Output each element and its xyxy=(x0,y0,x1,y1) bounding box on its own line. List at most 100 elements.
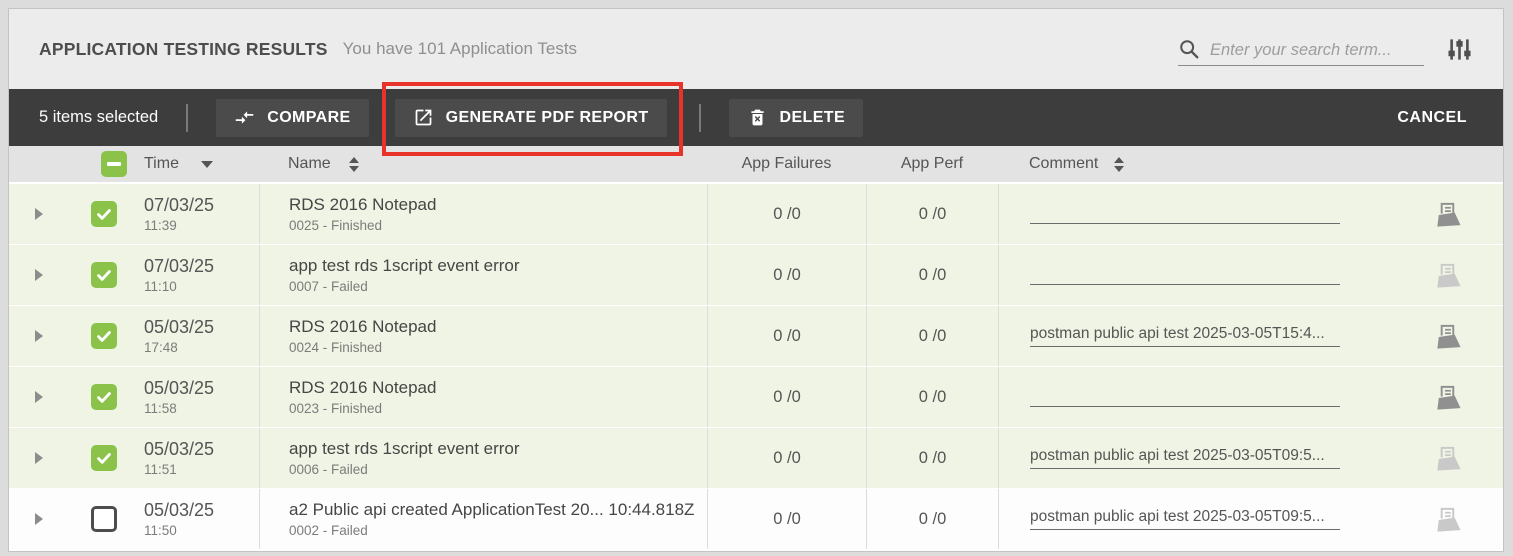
generate-pdf-report-label: GENERATE PDF REPORT xyxy=(446,109,649,127)
time-column-label: Time xyxy=(144,155,179,173)
selection-count: 5 items selected xyxy=(39,108,158,127)
open-report-button[interactable] xyxy=(1431,383,1462,412)
comment-field[interactable]: postman public api test 2025-03-05T15:4.… xyxy=(1030,325,1340,347)
open-report-button[interactable] xyxy=(1431,200,1462,229)
test-name: RDS 2016 Notepad xyxy=(289,195,436,215)
row-checkbox[interactable] xyxy=(91,445,117,471)
row-app-failures-cell: 0 /0 xyxy=(707,428,866,488)
delete-button[interactable]: DELETE xyxy=(729,99,864,137)
expand-arrow-icon[interactable] xyxy=(35,208,43,220)
row-app-perf-cell: 0 /0 xyxy=(866,367,998,427)
app-perf-value: 0 /0 xyxy=(919,205,947,224)
report-folder-icon xyxy=(1431,322,1462,351)
row-checkbox[interactable] xyxy=(91,506,117,532)
column-header-app-failures: App Failures xyxy=(707,146,866,182)
table-row[interactable]: 05/03/25 17:48 RDS 2016 Notepad 0024 - F… xyxy=(9,306,1503,366)
filter-settings-button[interactable] xyxy=(1446,36,1473,63)
row-name-cell: RDS 2016 Notepad 0024 - Finished xyxy=(259,306,707,366)
app-failures-value: 0 /0 xyxy=(773,388,801,407)
table-body: 07/03/25 11:39 RDS 2016 Notepad 0025 - F… xyxy=(9,184,1503,549)
column-header-time[interactable]: Time xyxy=(137,146,259,182)
test-date: 05/03/25 xyxy=(144,439,214,460)
test-time: 11:58 xyxy=(144,401,177,416)
expand-arrow-icon[interactable] xyxy=(35,269,43,281)
open-report-button[interactable] xyxy=(1431,505,1462,534)
row-checkbox[interactable] xyxy=(91,262,117,288)
table-row[interactable]: 05/03/25 11:51 app test rds 1script even… xyxy=(9,428,1503,488)
test-time: 11:39 xyxy=(144,218,177,233)
row-checkbox[interactable] xyxy=(91,201,117,227)
app-perf-value: 0 /0 xyxy=(919,327,947,346)
open-report-button[interactable] xyxy=(1431,444,1462,473)
app-failures-value: 0 /0 xyxy=(773,205,801,224)
row-app-perf-cell: 0 /0 xyxy=(866,245,998,305)
table-row[interactable]: 05/03/25 11:50 a2 Public api created App… xyxy=(9,489,1503,549)
open-report-button[interactable] xyxy=(1431,261,1462,290)
row-expand-cell xyxy=(9,367,91,427)
comment-field[interactable] xyxy=(1030,388,1340,407)
row-comment-cell: postman public api test 2025-03-05T09:5.… xyxy=(998,489,1389,549)
row-comment-cell: postman public api test 2025-03-05T15:4.… xyxy=(998,306,1389,366)
app-failures-value: 0 /0 xyxy=(773,266,801,285)
app-failures-value: 0 /0 xyxy=(773,327,801,346)
compare-arrows-icon xyxy=(234,107,255,128)
row-checkbox[interactable] xyxy=(91,384,117,410)
row-app-failures-cell: 0 /0 xyxy=(707,245,866,305)
select-all-checkbox[interactable] xyxy=(101,151,127,177)
checkmark-icon xyxy=(94,326,114,346)
sort-toggle-icon xyxy=(349,157,359,172)
toolbar-divider xyxy=(186,104,188,132)
export-icon xyxy=(413,107,434,128)
column-header-name[interactable]: Name xyxy=(259,146,707,182)
search-box[interactable] xyxy=(1178,32,1424,66)
row-expand-cell xyxy=(9,245,91,305)
test-time: 17:48 xyxy=(144,340,178,355)
expand-arrow-icon[interactable] xyxy=(35,452,43,464)
test-name: a2 Public api created ApplicationTest 20… xyxy=(289,500,694,520)
table-row[interactable]: 05/03/25 11:58 RDS 2016 Notepad 0023 - F… xyxy=(9,367,1503,427)
column-header-comment[interactable]: Comment xyxy=(998,146,1389,182)
table-row[interactable]: 07/03/25 11:39 RDS 2016 Notepad 0025 - F… xyxy=(9,184,1503,244)
compare-button[interactable]: COMPARE xyxy=(216,99,368,137)
row-time-cell: 05/03/25 11:58 xyxy=(137,367,259,427)
search-input[interactable] xyxy=(1210,41,1424,60)
delete-button-label: DELETE xyxy=(780,109,846,127)
test-time: 11:10 xyxy=(144,279,177,294)
cancel-button[interactable]: CANCEL xyxy=(1391,108,1473,128)
app-failures-value: 0 /0 xyxy=(773,510,801,529)
test-id-status: 0023 - Finished xyxy=(289,401,382,416)
comment-field[interactable]: postman public api test 2025-03-05T09:5.… xyxy=(1030,508,1340,530)
row-checkbox[interactable] xyxy=(91,323,117,349)
app-window: APPLICATION TESTING RESULTS You have 101… xyxy=(8,8,1504,552)
generate-pdf-report-button[interactable]: GENERATE PDF REPORT xyxy=(395,99,667,137)
row-comment-cell: postman public api test 2025-03-05T09:5.… xyxy=(998,428,1389,488)
row-time-cell: 07/03/25 11:10 xyxy=(137,245,259,305)
test-time: 11:50 xyxy=(144,523,177,538)
expand-arrow-icon[interactable] xyxy=(35,391,43,403)
row-app-failures-cell: 0 /0 xyxy=(707,489,866,549)
row-checkbox-cell xyxy=(91,184,137,244)
page-title: APPLICATION TESTING RESULTS xyxy=(39,39,328,60)
row-name-cell: RDS 2016 Notepad 0023 - Finished xyxy=(259,367,707,427)
checkmark-icon xyxy=(94,265,114,285)
row-report-cell xyxy=(1389,428,1503,488)
toolbar-divider xyxy=(699,104,701,132)
row-app-perf-cell: 0 /0 xyxy=(866,184,998,244)
expand-arrow-icon[interactable] xyxy=(35,330,43,342)
report-folder-icon xyxy=(1431,444,1462,473)
checkmark-icon xyxy=(94,204,114,224)
row-app-failures-cell: 0 /0 xyxy=(707,306,866,366)
column-header-app-perf: App Perf xyxy=(866,146,998,182)
report-folder-icon xyxy=(1431,261,1462,290)
comment-field[interactable] xyxy=(1030,266,1340,285)
selection-toolbar: 5 items selected COMPARE GENERATE PDF RE… xyxy=(9,89,1503,146)
expand-arrow-icon[interactable] xyxy=(35,513,43,525)
table-row[interactable]: 07/03/25 11:10 app test rds 1script even… xyxy=(9,245,1503,305)
comment-column-label: Comment xyxy=(1029,155,1098,173)
app-perf-value: 0 /0 xyxy=(919,388,947,407)
comment-field[interactable]: postman public api test 2025-03-05T09:5.… xyxy=(1030,447,1340,469)
open-report-button[interactable] xyxy=(1431,322,1462,351)
test-date: 07/03/25 xyxy=(144,256,214,277)
comment-field[interactable] xyxy=(1030,205,1340,224)
report-header-cell xyxy=(1389,146,1503,182)
